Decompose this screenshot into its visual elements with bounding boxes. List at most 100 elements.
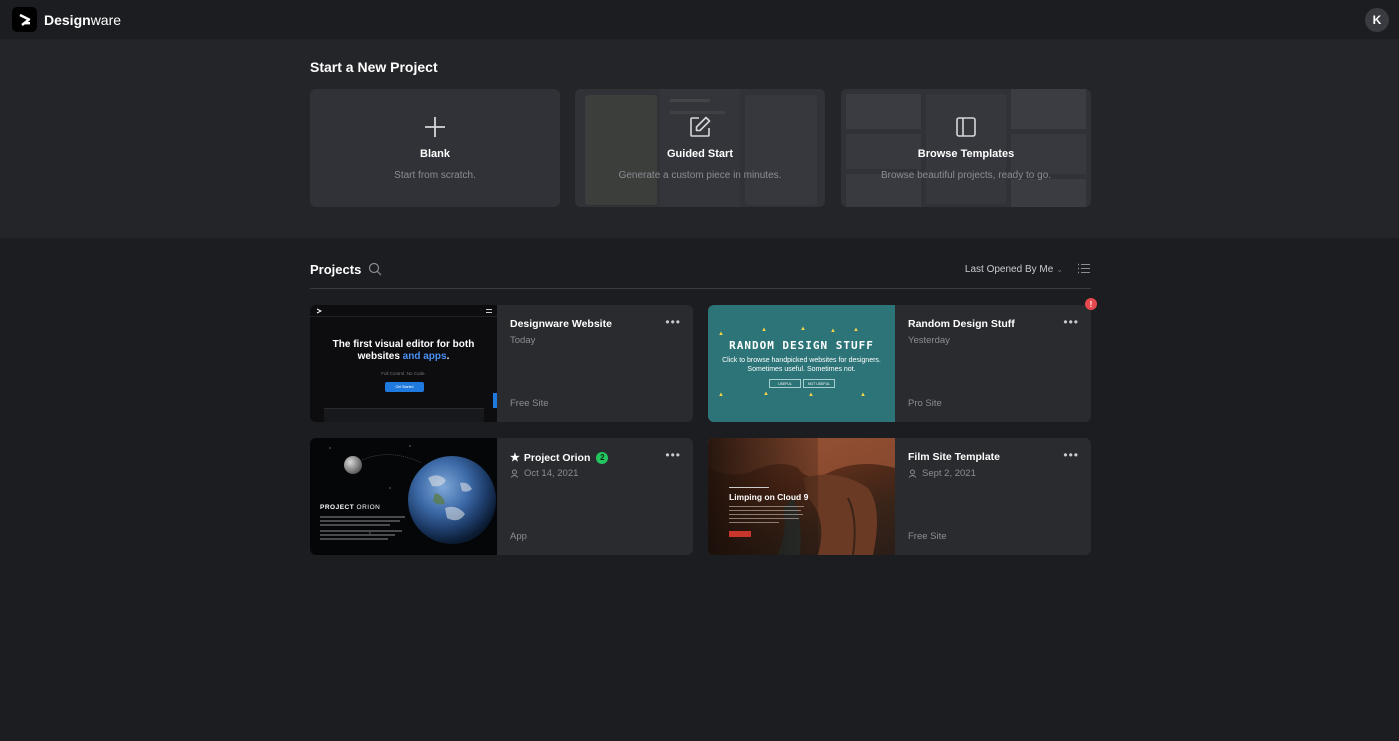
brand-name: Designware	[44, 12, 121, 28]
thumb-kicker-line	[729, 487, 769, 488]
project-thumbnail: Limping on Cloud 9	[708, 438, 895, 555]
project-date: Sept 2, 2021	[922, 468, 976, 479]
project-name: Designware Website	[510, 318, 612, 330]
thumb-text-line	[729, 506, 804, 508]
thumb-not-useful-button: NOT USEFUL	[803, 379, 835, 388]
project-type: Free Site	[510, 398, 549, 409]
star-icon[interactable]: ★	[510, 451, 520, 464]
project-name: Film Site Template	[908, 451, 1000, 463]
list-view-icon[interactable]	[1077, 262, 1091, 276]
thumb-headline: The first visual editor for both websites…	[310, 339, 497, 363]
thumb-subtitle-line-2: Sometimes useful. Sometimes not.	[747, 366, 856, 373]
brand-name-light: ware	[90, 11, 122, 28]
blank-card[interactable]: Blank Start from scratch.	[310, 89, 560, 207]
guided-start-label: Guided Start	[666, 148, 733, 160]
thumb-decoration-icon: ▲	[718, 392, 724, 398]
project-date: Oct 14, 2021	[524, 468, 579, 479]
thumb-text-line	[320, 524, 390, 526]
chevron-down-icon: ⌄	[1056, 265, 1063, 274]
project-card-random-design-stuff[interactable]: ▲ ▲ ▲ ▲ ▲ ▲ ▲ ▲ ▲ RANDOM DESIGN STUFF Cl…	[708, 305, 1091, 422]
thumb-decoration-icon: ▲	[718, 331, 724, 337]
user-icon	[908, 469, 917, 478]
project-date-row: Sept 2, 2021	[908, 468, 976, 479]
layout-icon	[956, 117, 976, 137]
more-options-icon[interactable]: •••	[1063, 448, 1079, 462]
thumb-logo-icon	[316, 308, 322, 314]
blank-card-label: Blank	[420, 148, 450, 160]
project-card-project-orion[interactable]: PROJECT ORION ★ Project Orion 2 Oct 14, …	[310, 438, 693, 555]
thumb-decoration-icon: ▲	[761, 327, 767, 333]
thumb-decoration-icon: ▲	[808, 392, 814, 398]
thumb-text-line	[320, 538, 388, 540]
thumb-title: Limping on Cloud 9	[729, 492, 809, 502]
thumb-button: Get Started	[385, 382, 424, 392]
user-icon	[510, 469, 519, 478]
browse-templates-card[interactable]: Browse Templates Browse beautiful projec…	[841, 89, 1091, 207]
more-options-icon[interactable]: •••	[665, 448, 681, 462]
projects-title: Projects	[310, 262, 362, 277]
thumb-title: PROJECT ORION	[320, 504, 380, 511]
thumb-headline-part-a: websites	[357, 351, 403, 362]
thumb-decoration-icon: ▲	[860, 392, 866, 398]
top-bar: Designware K	[0, 0, 1399, 40]
thumb-text-line	[729, 510, 801, 512]
guided-start-card[interactable]: Guided Start Generate a custom piece in …	[575, 89, 825, 207]
thumb-headline-line-1: The first visual editor for both	[332, 339, 475, 350]
thumb-text-line	[729, 514, 803, 516]
thumb-editor-bar	[324, 408, 484, 422]
projects-header: Projects Last Opened By Me ⌄	[310, 261, 1091, 289]
thumb-subtitle: Click to browse handpicked websites for …	[708, 356, 895, 374]
thumb-decoration-icon: ▲	[853, 327, 859, 333]
project-date: Today	[510, 335, 536, 346]
thumb-title-bold: PROJECT	[320, 504, 355, 511]
thumb-title: RANDOM DESIGN STUFF	[729, 339, 874, 352]
avatar[interactable]: K	[1365, 8, 1389, 32]
thumb-useful-button: USEFUL	[769, 379, 801, 388]
project-name-row: ★ Project Orion 2	[510, 451, 609, 464]
plus-icon	[425, 117, 445, 137]
alert-badge: !	[1085, 298, 1097, 310]
more-options-icon[interactable]: •••	[1063, 315, 1079, 329]
thumb-subtitle: Full Control. No Code.	[381, 371, 426, 376]
project-card-film-site-template[interactable]: Limping on Cloud 9 Film Site Template Se…	[708, 438, 1091, 555]
thumb-headline-highlight: and apps	[402, 351, 447, 362]
project-thumbnail: ▲ ▲ ▲ ▲ ▲ ▲ ▲ ▲ ▲ RANDOM DESIGN STUFF Cl…	[708, 305, 895, 422]
sort-dropdown[interactable]: Last Opened By Me ⌄	[965, 264, 1063, 275]
thumb-text-line	[320, 520, 400, 522]
project-name: Random Design Stuff	[908, 318, 1015, 330]
thumb-subtitle-line-1: Click to browse handpicked websites for …	[722, 357, 881, 364]
edit-icon	[690, 116, 711, 137]
logo[interactable]	[12, 7, 37, 32]
sort-dropdown-label: Last Opened By Me	[964, 264, 1054, 275]
thumb-headline-part-c: .	[446, 351, 450, 362]
thumb-decoration-icon: ▲	[800, 326, 806, 332]
more-options-icon[interactable]: •••	[665, 315, 681, 329]
project-type: Pro Site	[908, 398, 942, 409]
thumb-side-tab	[493, 393, 497, 408]
thumb-button	[729, 531, 751, 537]
guided-start-subtitle: Generate a custom piece in minutes.	[618, 170, 782, 181]
blank-card-subtitle: Start from scratch.	[394, 170, 476, 181]
project-thumbnail: The first visual editor for both websites…	[310, 305, 497, 422]
project-type: App	[510, 531, 527, 542]
thumb-title-light: ORION	[354, 504, 381, 511]
project-name: Project Orion	[523, 451, 591, 464]
thumb-text-line	[729, 518, 799, 520]
project-date-row: Oct 14, 2021	[510, 468, 578, 479]
section-title: Start a New Project	[310, 59, 438, 75]
brand-name-bold: Design	[44, 11, 91, 28]
project-card-designware-website[interactable]: The first visual editor for both websites…	[310, 305, 693, 422]
thumb-menu-icon	[486, 309, 492, 313]
search-icon[interactable]	[368, 262, 382, 276]
thumb-header	[310, 305, 497, 317]
new-project-section: Start a New Project Blank Start from scr…	[0, 40, 1399, 238]
logo-chevron-icon	[18, 13, 30, 26]
thumb-decoration-icon: ▲	[763, 391, 769, 397]
browse-templates-subtitle: Browse beautiful projects, ready to go.	[880, 170, 1052, 181]
project-thumbnail: PROJECT ORION	[310, 438, 497, 555]
project-type: Free Site	[908, 531, 947, 542]
thumb-decoration-icon: ▲	[830, 328, 836, 334]
notification-badge: 2	[596, 451, 609, 464]
browse-templates-label: Browse Templates	[917, 148, 1015, 160]
thumb-text-line	[320, 530, 402, 532]
